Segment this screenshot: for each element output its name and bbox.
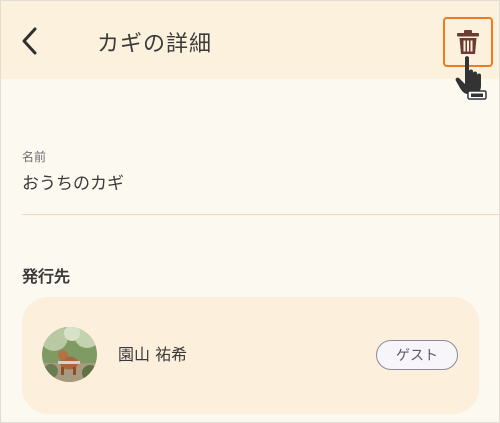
recipient-name: 園山 祐希 [118, 345, 188, 364]
key-name-value: おうちのカギ [22, 174, 124, 194]
guest-badge: ゲスト [376, 340, 458, 370]
issued-to-heading: 発行先 [22, 267, 71, 286]
hand-cursor-icon [455, 56, 487, 100]
chevron-left-icon [22, 27, 37, 55]
divider [22, 214, 500, 215]
page-title: カギの詳細 [97, 32, 213, 57]
recipient-card[interactable]: 園山 祐希 ゲスト [22, 297, 479, 414]
trash-icon [457, 30, 479, 54]
back-button[interactable] [14, 24, 46, 58]
avatar [42, 327, 97, 382]
key-name-label: 名前 [22, 150, 47, 164]
app-header: カギの詳細 [0, 0, 500, 79]
